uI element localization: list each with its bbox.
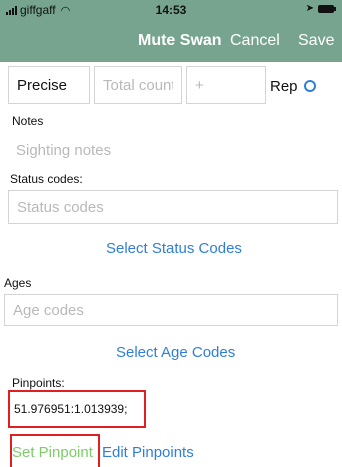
status-bar: giffgaff ◠ 14:53 ➤ — [0, 0, 342, 20]
status-right: ➤ — [305, 3, 336, 14]
page-title: Mute Swan — [138, 32, 222, 49]
cancel-button[interactable]: Cancel — [230, 32, 280, 50]
select-status-codes-button[interactable]: Select Status Codes — [106, 240, 242, 257]
notes-field[interactable] — [8, 132, 338, 168]
rep-label: Rep — [270, 78, 298, 95]
notes-input[interactable] — [8, 132, 338, 168]
status-codes-input[interactable] — [9, 191, 337, 223]
navigation-bar: Mute Swan Cancel Save — [0, 20, 342, 62]
status-codes-field[interactable] — [8, 190, 338, 224]
pinpoints-label: Pinpoints: — [12, 376, 65, 390]
precise-field[interactable] — [8, 66, 90, 104]
precise-input[interactable] — [9, 67, 89, 103]
save-button[interactable]: Save — [298, 32, 334, 50]
clock: 14:53 — [155, 3, 187, 17]
age-codes-field[interactable] — [4, 294, 338, 326]
rep-radio-button[interactable] — [304, 80, 316, 92]
plus-field[interactable] — [186, 66, 266, 104]
age-codes-input[interactable] — [5, 295, 337, 325]
edit-pinpoints-button[interactable]: Edit Pinpoints — [102, 444, 194, 461]
location-arrow-icon: ➤ — [305, 3, 314, 14]
set-pinpoint-button[interactable]: Set Pinpoint — [12, 444, 93, 461]
select-age-codes-button[interactable]: Select Age Codes — [116, 344, 235, 361]
ages-label: Ages — [4, 276, 32, 290]
pinpoint-value: 51.976951:1.013939; — [14, 402, 128, 416]
total-count-input[interactable] — [95, 67, 181, 103]
battery-icon — [318, 4, 336, 13]
plus-input[interactable] — [187, 67, 265, 103]
notes-label: Notes — [12, 114, 44, 128]
total-count-field[interactable] — [94, 66, 182, 104]
status-codes-label: Status codes: — [10, 172, 83, 186]
